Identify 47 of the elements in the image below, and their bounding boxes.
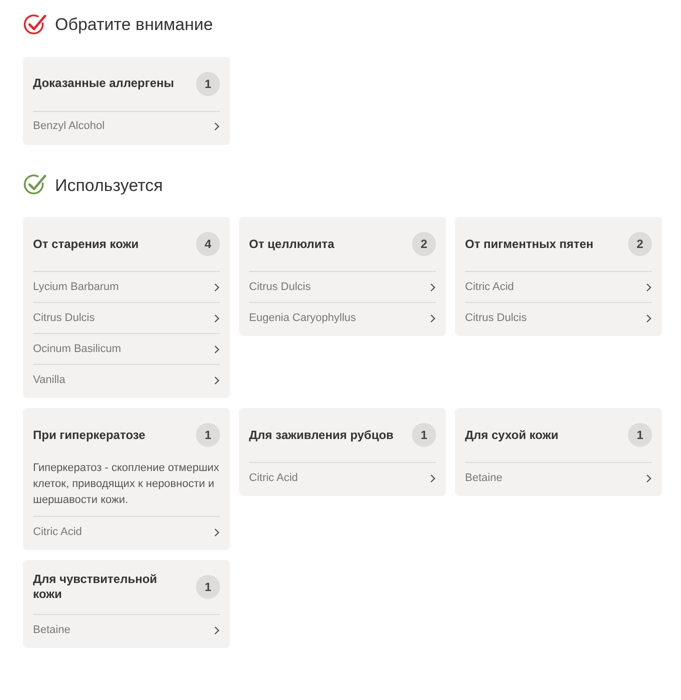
card-title: От старения кожи — [33, 236, 139, 252]
ingredient-link[interactable]: Eugenia Caryophyllus — [249, 302, 436, 333]
count-badge: 1 — [196, 575, 220, 599]
section-title: Обратите внимание — [55, 14, 213, 36]
ingredient-link[interactable]: Citrus Dulcis — [465, 302, 652, 333]
count-badge: 1 — [412, 423, 436, 447]
chevron-right-icon — [646, 282, 652, 292]
ingredient-link[interactable]: Ocinum Basilicum — [33, 333, 220, 364]
chevron-right-icon — [430, 314, 436, 322]
card-title: Для чувствительной кожи — [33, 572, 158, 602]
chevron-right-icon — [430, 474, 436, 482]
card-title: Для заживления рубцов — [249, 428, 394, 442]
count-badge: 1 — [196, 72, 220, 96]
chevron-right-icon — [214, 122, 220, 131]
ingredient-link[interactable]: Citric Acid — [249, 462, 436, 493]
card-title: При гиперкератозе — [33, 428, 146, 442]
count-badge: 1 — [196, 423, 220, 447]
count-badge: 2 — [412, 232, 436, 256]
chevron-right-icon — [646, 314, 652, 322]
ingredient-link[interactable]: Lycium Barbarum — [33, 271, 220, 302]
ingredient-link[interactable]: Vanilla — [33, 364, 220, 395]
check-circle-icon — [23, 12, 47, 37]
chevron-right-icon — [214, 626, 220, 634]
card-title: От пигментных пятен — [465, 236, 594, 252]
ingredient-link[interactable]: Citrus Dulcis — [249, 271, 436, 302]
ingredient-link[interactable]: Betaine — [33, 614, 220, 645]
section-title: Используется — [55, 174, 163, 196]
count-badge: 1 — [628, 423, 652, 447]
count-badge: 2 — [628, 232, 652, 256]
card-title: Для сухой кожи — [465, 428, 558, 442]
card-title: Доказанные аллергены — [33, 76, 174, 91]
chevron-right-icon — [214, 314, 220, 322]
card-description: Гиперкератоз - скопление отмерших клеток, приводящих к неровности и шершавости кожи. — [33, 461, 220, 508]
ingredient-link[interactable]: Benzyl Alcohol — [33, 110, 220, 142]
ingredient-link[interactable]: Citric Acid — [33, 516, 220, 547]
count-badge: 4 — [196, 232, 220, 256]
chevron-right-icon — [214, 376, 220, 384]
card-title: От целлюлита — [249, 236, 334, 252]
chevron-right-icon — [214, 528, 220, 536]
chevron-right-icon — [646, 474, 652, 482]
chevron-right-icon — [214, 344, 220, 354]
ingredient-link[interactable]: Citric Acid — [465, 271, 652, 302]
ingredient-link[interactable]: Betaine — [465, 462, 652, 493]
chevron-right-icon — [430, 282, 436, 292]
chevron-right-icon — [214, 282, 220, 292]
check-circle-icon — [23, 173, 47, 198]
ingredient-link[interactable]: Citrus Dulcis — [33, 302, 220, 333]
